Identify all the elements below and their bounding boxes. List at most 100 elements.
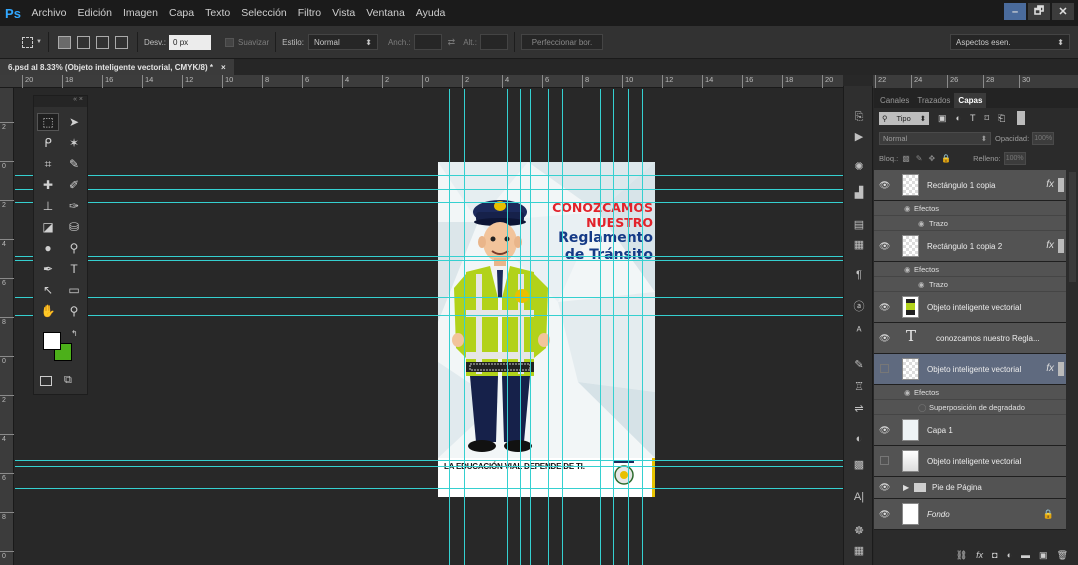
menu-archivo[interactable]: Archivo [26, 7, 72, 19]
paint-bucket-tool-icon[interactable]: ⛁ [63, 218, 85, 236]
workspace-select[interactable]: Aspectos esen. ⬍ [950, 34, 1070, 50]
layer-row[interactable]: 👁 Rectángulo 1 copia fx [874, 170, 1066, 201]
lock-position-icon[interactable]: ✥ [928, 154, 935, 163]
eye-icon[interactable]: ◉ [904, 204, 911, 213]
expand-arrow-icon[interactable]: ▶ [903, 483, 909, 492]
layer-row[interactable]: 👁 Rectángulo 1 copia 2 fx [874, 231, 1066, 262]
foreground-color-swatch[interactable] [43, 332, 61, 350]
menu-ayuda[interactable]: Ayuda [410, 7, 451, 19]
brushes-icon[interactable]: ✎ [851, 358, 867, 372]
character-styles-icon[interactable]: ⓐ [851, 300, 867, 314]
horizontal-guide[interactable] [15, 260, 843, 261]
healing-brush-tool-icon[interactable]: ✚ [37, 176, 59, 194]
new-adjustment-icon[interactable]: ◐ [1007, 550, 1012, 560]
blend-mode-select[interactable]: Normal ⬍ [879, 131, 991, 145]
eye-icon[interactable]: 👁 [879, 482, 890, 493]
add-selection-icon[interactable] [76, 35, 90, 49]
canvas-area[interactable] [15, 89, 843, 565]
paragraph-icon[interactable]: ¶ [851, 268, 867, 282]
magic-wand-tool-icon[interactable]: ✶ [63, 134, 85, 152]
filter-adjustment-icon[interactable]: ◐ [956, 113, 961, 123]
3d-icon[interactable]: ☸ [851, 524, 867, 538]
visibility-toggle[interactable] [880, 456, 889, 465]
effects-row[interactable]: ◉ Efectos [874, 385, 1066, 400]
type-tool-icon[interactable]: T [63, 260, 85, 278]
layer-row-selected[interactable]: Objeto inteligente vectorial fx [874, 354, 1066, 385]
vertical-guide[interactable] [449, 89, 450, 565]
restore-button[interactable]: 🗗 [1028, 3, 1050, 20]
lock-transparent-icon[interactable]: ▩ [902, 154, 910, 163]
filter-toggle[interactable] [1017, 111, 1026, 125]
histogram-icon[interactable]: ▟ [851, 186, 867, 200]
menu-capa[interactable]: Capa [164, 7, 200, 19]
effect-row[interactable]: ◯ Superposición de degradado [874, 400, 1066, 415]
visibility-toggle[interactable] [880, 364, 889, 373]
eraser-tool-icon[interactable]: ◪ [37, 218, 59, 236]
menu-edicion[interactable]: Edición [72, 7, 117, 19]
color-icon[interactable]: ✺ [851, 160, 867, 174]
pen-tool-icon[interactable]: ✒ [37, 260, 59, 278]
adjustments-icon[interactable]: ▦ [851, 238, 867, 252]
lock-pixels-icon[interactable]: ✎ [916, 154, 923, 163]
crop-tool-icon[interactable]: ⌗ [37, 155, 59, 173]
screen-mode-icon[interactable]: ⧉ [64, 374, 72, 387]
menu-imagen[interactable]: Imagen [117, 7, 163, 19]
layers-scrollbar[interactable] [1069, 172, 1076, 282]
fx-icon[interactable]: fx [1046, 240, 1054, 251]
quick-mask-icon[interactable] [40, 376, 52, 388]
path-selection-tool-icon[interactable]: ↖ [37, 281, 59, 299]
effects-row[interactable]: ◉ Efectos [874, 201, 1066, 216]
horizontal-guide[interactable] [15, 297, 843, 298]
close-button[interactable]: ✕ [1052, 3, 1074, 20]
opacity-input[interactable]: 100% [1032, 131, 1055, 145]
rect-marquee-tool-icon[interactable]: ⬚ [37, 113, 59, 131]
vertical-guide[interactable] [548, 89, 549, 565]
layer-group-row[interactable]: 👁 ▶ Pie de Página [874, 477, 1066, 499]
eye-icon[interactable]: 👁 [879, 333, 891, 343]
horizontal-guide[interactable] [15, 189, 843, 190]
effects-toggle[interactable] [1058, 362, 1064, 376]
suavizar-group[interactable]: Suavizar [225, 37, 269, 47]
suavizar-checkbox[interactable] [225, 37, 235, 47]
delete-layer-icon[interactable]: 🗑 [1057, 550, 1068, 561]
layer-filter-select[interactable]: ⚲ Tipo ⬍ [879, 111, 929, 125]
lasso-tool-icon[interactable]: ᑭ [37, 134, 59, 152]
menu-texto[interactable]: Texto [200, 7, 236, 19]
effects-toggle[interactable] [1058, 239, 1064, 253]
subtract-selection-icon[interactable] [95, 35, 109, 49]
alt-input[interactable] [479, 34, 508, 50]
menu-vista[interactable]: Vista [327, 7, 361, 19]
new-selection-icon[interactable] [57, 35, 71, 49]
eye-icon[interactable]: 👁 [879, 425, 891, 435]
effects-row[interactable]: ◉ Efectos [874, 262, 1066, 277]
horizontal-guide[interactable] [15, 256, 843, 257]
dodge-tool-icon[interactable]: ⚲ [63, 239, 85, 257]
align-icon[interactable]: A| [851, 490, 867, 504]
tool-presets-icon[interactable]: ⇌ [851, 402, 867, 416]
filter-pixel-icon[interactable]: ▣ [938, 113, 947, 124]
tab-trazados[interactable]: Trazados [913, 93, 954, 108]
vertical-guide[interactable] [530, 89, 531, 565]
horizontal-guide[interactable] [15, 175, 843, 176]
character-icon[interactable]: ᴬ [851, 324, 867, 338]
eye-icon[interactable]: ◉ [904, 388, 911, 397]
styles-icon[interactable]: ◐ [851, 432, 867, 446]
layer-row[interactable]: 👁 T conozcamos nuestro Regla... [874, 323, 1066, 354]
close-icon[interactable]: × [221, 63, 226, 72]
intersect-selection-icon[interactable] [114, 35, 128, 49]
swap-colors-icon[interactable]: ↰ [71, 329, 78, 338]
vertical-guide[interactable] [600, 89, 601, 565]
anch-input[interactable] [413, 34, 442, 50]
eye-icon[interactable]: ◉ [904, 265, 911, 274]
layer-row[interactable]: 👁 Capa 1 [874, 415, 1066, 446]
tools-panel-header[interactable]: « × [34, 96, 87, 107]
new-layer-icon[interactable]: ▣ [1039, 550, 1048, 561]
fill-input[interactable]: 100% [1003, 151, 1026, 165]
document-tab[interactable]: 6.psd al 8.33% (Objeto inteligente vecto… [0, 59, 234, 75]
timeline-icon[interactable]: ▦ [851, 544, 867, 558]
fx-icon[interactable]: fx [1046, 363, 1054, 374]
effect-row[interactable]: ◉ Trazo [874, 216, 1066, 231]
zoom-tool-icon[interactable]: ⚲ [63, 302, 85, 320]
tab-capas[interactable]: Capas [954, 93, 987, 108]
vertical-guide[interactable] [562, 89, 563, 565]
